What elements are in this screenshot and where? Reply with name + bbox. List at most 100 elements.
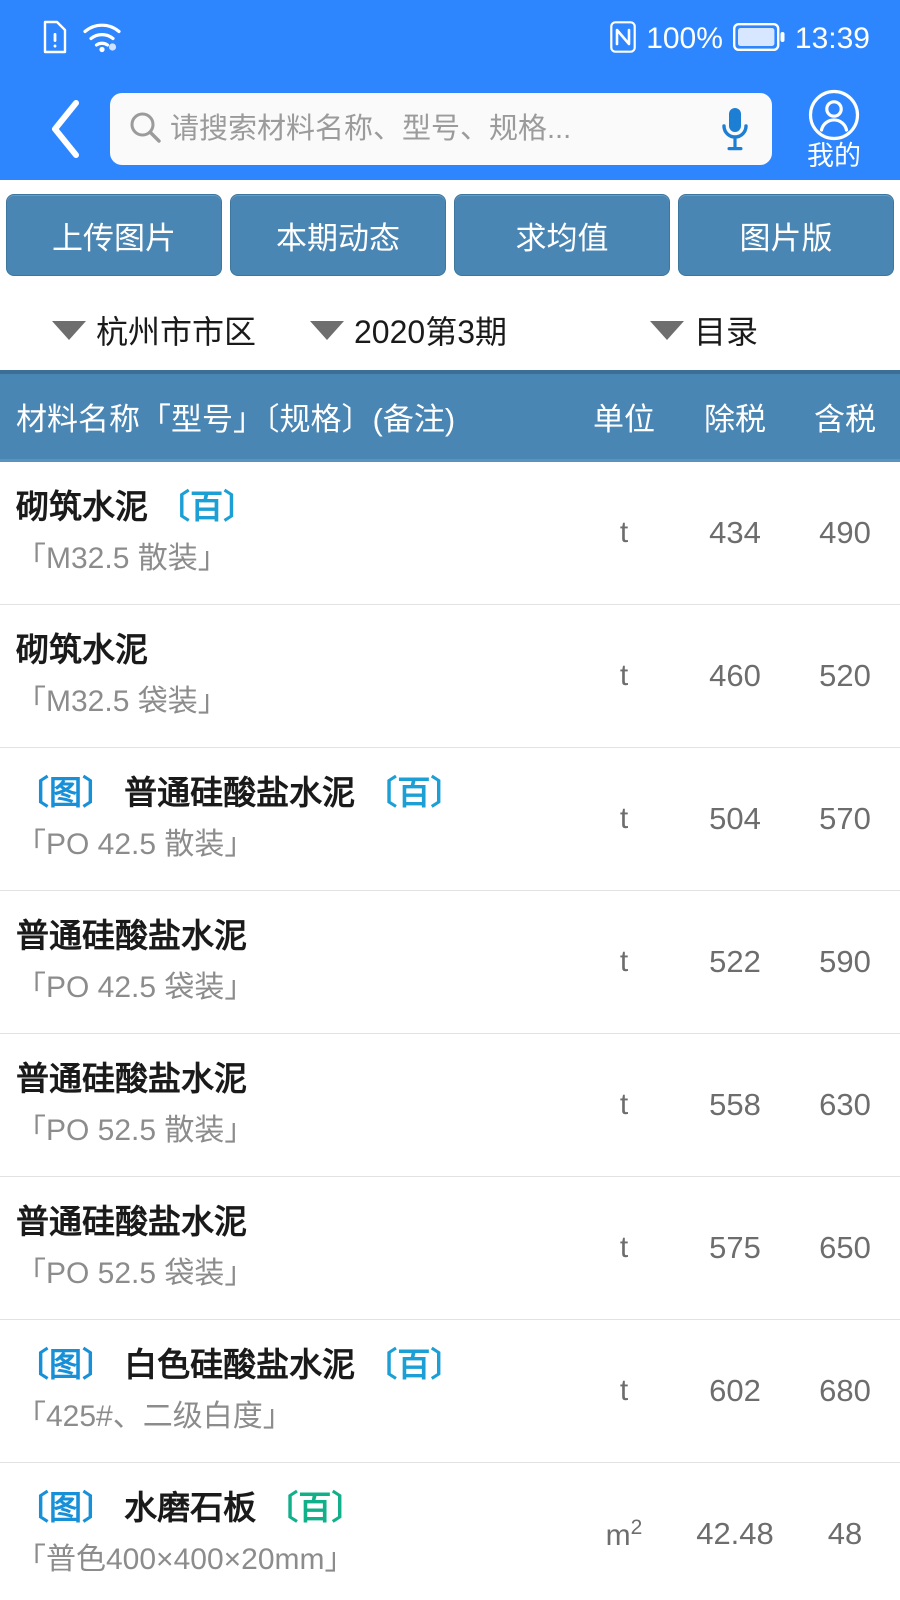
cell-excl-tax: 434 xyxy=(709,515,761,550)
status-bar-right: 100% 13:39 xyxy=(610,20,870,58)
material-name-text: 砌筑水泥 xyxy=(16,630,148,668)
cell-unit: t xyxy=(619,516,629,549)
material-title: 〔图〕 水磨石板 〔百〕 xyxy=(16,1487,558,1529)
battery-full-icon xyxy=(732,22,785,56)
average-value-button[interactable]: 求均值 xyxy=(454,194,670,276)
table-row[interactable]: 普通硅酸盐水泥「PO 52.5 散装」 t 558 630 xyxy=(0,1034,900,1177)
cell-unit: t xyxy=(619,659,629,692)
table-body: 砌筑水泥 〔百〕 「M32.5 散装」 t 434 490 砌筑水泥 「M32.5 袋装」 t… xyxy=(0,462,900,1600)
material-title: 砌筑水泥 〔百〕 xyxy=(16,486,558,528)
nfc-icon xyxy=(610,20,636,58)
status-time: 13:39 xyxy=(794,22,870,55)
sim-alert-icon xyxy=(42,20,68,59)
hundred-tag[interactable]: 〔百〕 xyxy=(364,774,463,811)
cell-incl-tax: 520 xyxy=(819,658,871,693)
material-title: 普通硅酸盐水泥 xyxy=(16,915,558,957)
material-title: 〔图〕 白色硅酸盐水泥 〔百〕 xyxy=(16,1344,558,1386)
column-header-excl-tax: 除税 xyxy=(704,402,766,437)
material-name-text: 水磨石板 xyxy=(124,1488,257,1526)
profile-button[interactable]: 我的 xyxy=(786,89,882,170)
cell-excl-tax: 522 xyxy=(709,944,761,979)
filter-catalog-label: 目录 xyxy=(694,314,759,350)
hundred-tag[interactable]: 〔百〕 xyxy=(364,1346,463,1383)
table-row[interactable]: 〔图〕 水磨石板 〔百〕 「普色400×400×20mm」 m2 42.48 48 xyxy=(0,1463,900,1600)
chevron-down-icon xyxy=(52,320,86,340)
image-tag[interactable]: 〔图〕 xyxy=(16,1346,115,1383)
material-name-text: 白色硅酸盐水泥 xyxy=(124,1345,356,1383)
cell-incl-tax: 680 xyxy=(819,1373,871,1408)
cell-material-name: 砌筑水泥「M32.5 袋装」 xyxy=(0,615,568,737)
hundred-tag[interactable]: 〔百〕 xyxy=(265,1489,364,1526)
material-name-text: 普通硅酸盐水泥 xyxy=(16,1202,247,1240)
table-row[interactable]: 砌筑水泥「M32.5 袋装」 t 460 520 xyxy=(0,605,900,748)
table-row[interactable]: 〔图〕 普通硅酸盐水泥 〔百〕「PO 42.5 散装」 t 504 570 xyxy=(0,748,900,891)
search-box[interactable] xyxy=(110,93,772,165)
hundred-tag[interactable]: 〔百〕 xyxy=(157,488,256,525)
cell-material-name: 〔图〕 白色硅酸盐水泥 〔百〕 「425#、二级白度」 xyxy=(0,1330,568,1452)
material-spec: 「PO 42.5 散装」 xyxy=(16,828,255,862)
cell-unit: t xyxy=(619,802,629,835)
upload-image-button[interactable]: 上传图片 xyxy=(6,194,222,276)
microphone-icon[interactable] xyxy=(714,106,756,152)
image-tag[interactable]: 〔图〕 xyxy=(16,774,115,811)
search-input[interactable] xyxy=(170,112,714,146)
battery-percent: 100% xyxy=(646,22,723,55)
cell-material-name: 普通硅酸盐水泥「PO 52.5 散装」 xyxy=(0,1044,568,1166)
status-bar: 100% 13:39 xyxy=(0,0,900,78)
nav-bar: 我的 xyxy=(0,78,900,180)
filter-period-label: 2020第3期 xyxy=(354,314,507,350)
filter-bar: 杭州市市区 2020第3期 目录 xyxy=(0,290,900,370)
back-button[interactable] xyxy=(30,93,102,165)
cell-excl-tax: 504 xyxy=(709,801,761,836)
filter-catalog[interactable]: 目录 xyxy=(610,307,890,353)
filter-region[interactable]: 杭州市市区 xyxy=(10,307,310,353)
material-spec: 「M32.5 散装」 xyxy=(16,542,228,576)
cell-excl-tax: 558 xyxy=(709,1087,761,1122)
app-root: 100% 13:39 请搜索材料名称、型号、规格... 我的 上传图片 本期动态… xyxy=(0,0,900,1600)
cell-incl-tax: 650 xyxy=(819,1230,871,1265)
cell-unit: t xyxy=(619,1231,629,1264)
cell-unit: m2 xyxy=(605,1515,643,1552)
period-trends-button[interactable]: 本期动态 xyxy=(230,194,446,276)
column-header-incl-tax: 含税 xyxy=(814,402,876,437)
filter-period[interactable]: 2020第3期 xyxy=(310,307,610,353)
cell-material-name: 〔图〕 普通硅酸盐水泥 〔百〕「PO 42.5 散装」 xyxy=(0,758,568,880)
material-name-text: 普通硅酸盐水泥 xyxy=(124,773,356,811)
column-header-name: 材料名称「型号」〔规格〕(备注) xyxy=(16,402,456,437)
material-spec: 「PO 52.5 袋装」 xyxy=(16,1257,255,1291)
table-row[interactable]: 〔图〕 白色硅酸盐水泥 〔百〕 「425#、二级白度」 t 602 680 xyxy=(0,1320,900,1463)
back-chevron-icon xyxy=(52,100,79,158)
table-row[interactable]: 普通硅酸盐水泥 「PO 52.5 袋装」 t 575 650 xyxy=(0,1177,900,1320)
material-title: 砌筑水泥 xyxy=(16,629,558,671)
cell-unit: t xyxy=(619,1374,629,1407)
cell-incl-tax: 48 xyxy=(827,1516,863,1551)
material-title: 普通硅酸盐水泥 xyxy=(16,1201,558,1243)
material-name-text: 普通硅酸盐水泥 xyxy=(16,916,247,954)
material-spec: 「PO 52.5 散装」 xyxy=(16,1114,255,1148)
cell-unit: t xyxy=(619,1088,629,1121)
image-version-button[interactable]: 图片版 xyxy=(678,194,894,276)
cell-incl-tax: 590 xyxy=(819,944,871,979)
cell-unit: t xyxy=(619,945,629,978)
material-name-text: 普通硅酸盐水泥 xyxy=(16,1059,247,1097)
table-header: 材料名称「型号」〔规格〕(备注) 单位 除税 含税 xyxy=(0,370,900,462)
profile-label: 我的 xyxy=(807,140,861,171)
column-header-unit: 单位 xyxy=(593,402,655,437)
wifi-icon xyxy=(82,21,122,58)
filter-region-label: 杭州市市区 xyxy=(96,314,257,350)
cell-excl-tax: 602 xyxy=(709,1373,761,1408)
material-title: 〔图〕 普通硅酸盐水泥 〔百〕 xyxy=(16,772,558,814)
table-row[interactable]: 普通硅酸盐水泥「PO 42.5 袋装」 t 522 590 xyxy=(0,891,900,1034)
action-button-bar: 上传图片 本期动态 求均值 图片版 xyxy=(0,180,900,290)
status-bar-left xyxy=(42,20,122,59)
material-name-text: 砌筑水泥 xyxy=(16,487,148,525)
image-tag[interactable]: 〔图〕 xyxy=(16,1489,115,1526)
material-spec: 「M32.5 袋装」 xyxy=(16,685,228,719)
cell-incl-tax: 630 xyxy=(819,1087,871,1122)
material-spec: 「PO 42.5 袋装」 xyxy=(16,971,255,1005)
cell-material-name: 普通硅酸盐水泥「PO 52.5 袋装」 xyxy=(0,1187,568,1309)
cell-excl-tax: 460 xyxy=(709,658,761,693)
cell-material-name: 砌筑水泥 〔百〕「M32.5 散装」 xyxy=(0,472,568,594)
table-row[interactable]: 砌筑水泥 〔百〕 「M32.5 散装」 t 434 490 xyxy=(0,462,900,605)
cell-incl-tax: 570 xyxy=(819,801,871,836)
